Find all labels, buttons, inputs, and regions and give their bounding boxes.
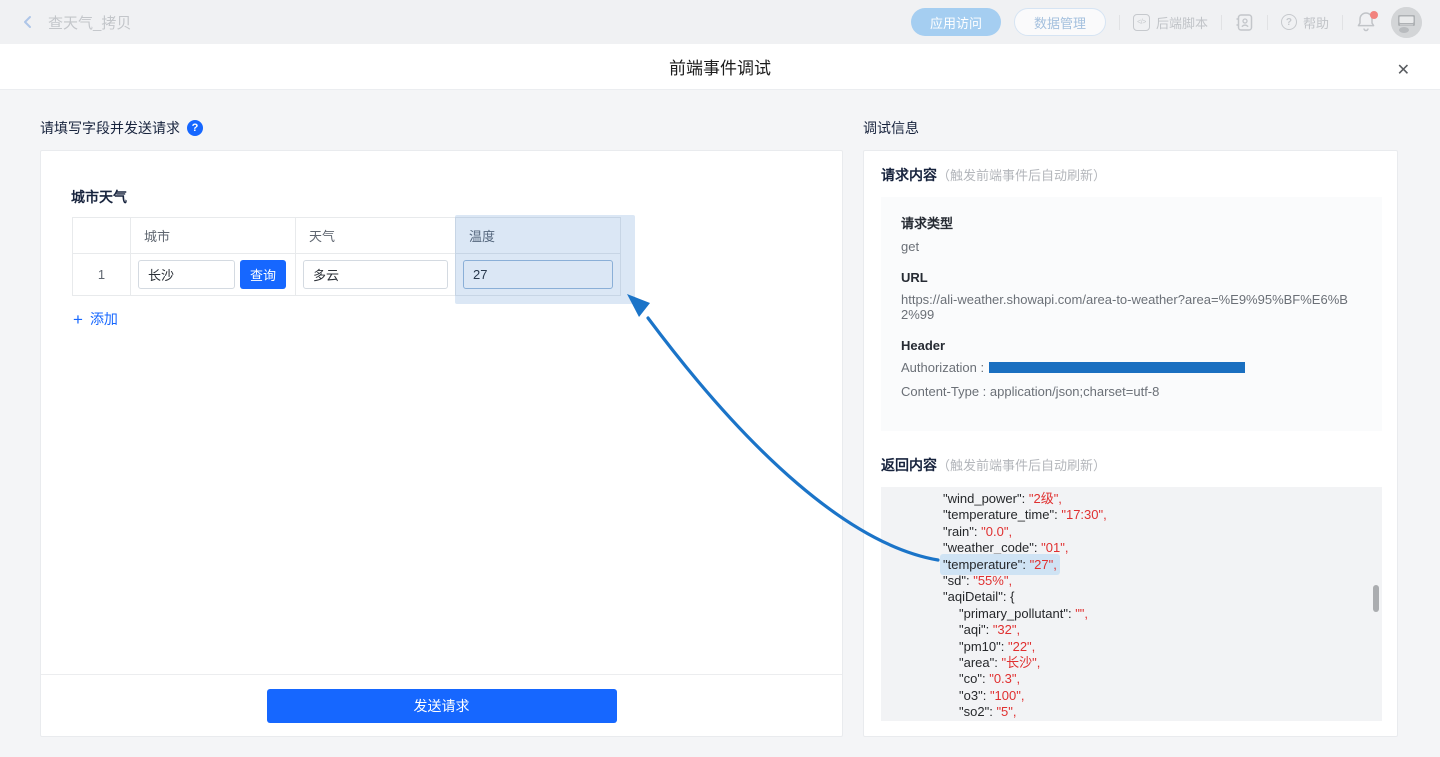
avatar-image bbox=[1391, 7, 1422, 38]
code-icon: </> bbox=[1133, 14, 1150, 31]
modal-body: 请填写字段并发送请求 ? 城市天气 城市 天气 温度 1 查询 bbox=[0, 90, 1440, 757]
table-title: 城市天气 bbox=[71, 187, 127, 207]
content-type-value: application/json;charset=utf-8 bbox=[990, 384, 1159, 399]
table-header-row: 城市 天气 温度 bbox=[73, 218, 620, 254]
code-line: "temperature": "27", bbox=[881, 557, 1382, 573]
temperature-cell bbox=[456, 254, 620, 295]
content-type-row: Content-Type : application/json;charset=… bbox=[901, 384, 1362, 399]
table-row: 1 查询 bbox=[73, 254, 620, 295]
code-line: "co": "0.3", bbox=[881, 671, 1382, 687]
back-button[interactable] bbox=[18, 12, 38, 32]
code-line: "o3": "100", bbox=[881, 688, 1382, 704]
response-content-header: 返回内容（触发前端事件后自动刷新） bbox=[881, 455, 1106, 475]
code-line: "temperature_time": "17:30", bbox=[881, 507, 1382, 523]
code-line: "rain": "0.0", bbox=[881, 524, 1382, 540]
form-section-header: 请填写字段并发送请求 ? bbox=[40, 118, 203, 138]
add-row-label: 添加 bbox=[90, 309, 118, 329]
help-circle-icon[interactable]: ? bbox=[187, 120, 203, 136]
request-info-box: 请求类型 get URL https://ali-weather.showapi… bbox=[881, 197, 1382, 431]
request-refresh-hint: （触发前端事件后自动刷新） bbox=[937, 168, 1106, 183]
plus-icon: + bbox=[73, 311, 83, 328]
row-index: 1 bbox=[73, 254, 131, 295]
col-header-index bbox=[73, 218, 131, 253]
divider bbox=[1221, 15, 1222, 30]
user-avatar[interactable] bbox=[1391, 7, 1422, 38]
modal-header: 前端事件调试 ✕ bbox=[0, 44, 1440, 90]
col-header-weather: 天气 bbox=[296, 218, 456, 253]
app-access-label: 应用访问 bbox=[930, 13, 982, 32]
code-line: "aqi": "32", bbox=[881, 622, 1382, 638]
code-line: "wind_power": "2级", bbox=[881, 491, 1382, 507]
weather-cell bbox=[296, 254, 456, 295]
url-label: URL bbox=[901, 270, 1362, 285]
temperature-input[interactable] bbox=[463, 260, 613, 289]
help-button[interactable]: ? 帮助 bbox=[1281, 13, 1329, 32]
col-header-city: 城市 bbox=[131, 218, 296, 253]
backend-script-label: 后端脚本 bbox=[1156, 13, 1208, 32]
code-line: "pm10": "22", bbox=[881, 639, 1382, 655]
notifications-button[interactable] bbox=[1356, 10, 1378, 34]
topbar-right: 应用访问 数据管理 </> 后端脚本 bbox=[911, 7, 1422, 38]
query-button[interactable]: 查询 bbox=[240, 260, 286, 289]
code-line: "sd": "55%", bbox=[881, 573, 1382, 589]
code-line: "primary_pollutant": "", bbox=[881, 606, 1382, 622]
form-card: 城市天气 城市 天气 温度 1 查询 bbox=[40, 150, 843, 737]
backend-script-button[interactable]: </> 后端脚本 bbox=[1133, 13, 1208, 32]
response-refresh-hint: （触发前端事件后自动刷新） bbox=[937, 458, 1106, 473]
data-manage-label: 数据管理 bbox=[1034, 13, 1086, 32]
data-manage-button[interactable]: 数据管理 bbox=[1014, 8, 1106, 36]
code-line: "weather_code": "01", bbox=[881, 540, 1382, 556]
response-code-box: "wind_power": "2级","temperature_time": "… bbox=[881, 487, 1382, 721]
scrollbar-thumb[interactable] bbox=[1373, 585, 1379, 612]
app-title: 查天气_拷贝 bbox=[48, 12, 131, 33]
request-type-label: 请求类型 bbox=[901, 213, 1362, 232]
form-footer: 发送请求 bbox=[41, 674, 842, 736]
divider bbox=[1267, 15, 1268, 30]
weather-table: 城市 天气 温度 1 查询 bbox=[72, 217, 621, 296]
close-icon[interactable]: ✕ bbox=[1393, 56, 1414, 84]
divider bbox=[1342, 15, 1343, 30]
topbar-left: 查天气_拷贝 bbox=[18, 12, 131, 33]
code-line: "area": "长沙", bbox=[881, 655, 1382, 671]
send-request-button[interactable]: 发送请求 bbox=[267, 689, 617, 723]
question-circle-icon: ? bbox=[1281, 14, 1297, 30]
divider bbox=[1119, 15, 1120, 30]
form-section-title: 请填写字段并发送请求 bbox=[40, 118, 180, 138]
debug-section-header: 调试信息 bbox=[863, 118, 919, 138]
authorization-row: Authorization : bbox=[901, 360, 1362, 375]
app-screen: 查天气_拷贝 应用访问 数据管理 </> 后端脚本 bbox=[0, 0, 1440, 757]
add-row-button[interactable]: + 添加 bbox=[73, 309, 118, 329]
authorization-redaction-bar bbox=[989, 362, 1245, 373]
request-content-header: 请求内容（触发前端事件后自动刷新） bbox=[881, 165, 1106, 185]
url-value: https://ali-weather.showapi.com/area-to-… bbox=[901, 292, 1362, 322]
content-type-label: Content-Type : bbox=[901, 384, 986, 399]
topbar: 查天气_拷贝 应用访问 数据管理 </> 后端脚本 bbox=[0, 0, 1440, 44]
app-access-button[interactable]: 应用访问 bbox=[911, 8, 1001, 36]
weather-input[interactable] bbox=[303, 260, 448, 289]
header-label: Header bbox=[901, 338, 1362, 353]
modal-title: 前端事件调试 bbox=[669, 54, 771, 79]
authorization-label: Authorization : bbox=[901, 360, 984, 375]
response-content-title: 返回内容 bbox=[881, 457, 937, 473]
city-input[interactable] bbox=[138, 260, 235, 289]
code-line: "so2": "5", bbox=[881, 704, 1382, 720]
debug-card: 请求内容（触发前端事件后自动刷新） 请求类型 get URL https://a… bbox=[863, 150, 1398, 737]
col-header-temperature: 温度 bbox=[456, 218, 620, 253]
contact-book-icon bbox=[1235, 13, 1254, 32]
notification-dot bbox=[1370, 11, 1378, 19]
code-line: "aqiDetail": { bbox=[881, 589, 1382, 605]
contacts-button[interactable] bbox=[1235, 13, 1254, 32]
request-type-value: get bbox=[901, 239, 1362, 254]
response-code: "wind_power": "2级","temperature_time": "… bbox=[881, 491, 1382, 721]
help-label: 帮助 bbox=[1303, 13, 1329, 32]
back-chevron-icon bbox=[20, 14, 36, 30]
request-content-title: 请求内容 bbox=[881, 167, 937, 183]
debug-section-title: 调试信息 bbox=[863, 118, 919, 138]
city-cell: 查询 bbox=[131, 254, 296, 295]
